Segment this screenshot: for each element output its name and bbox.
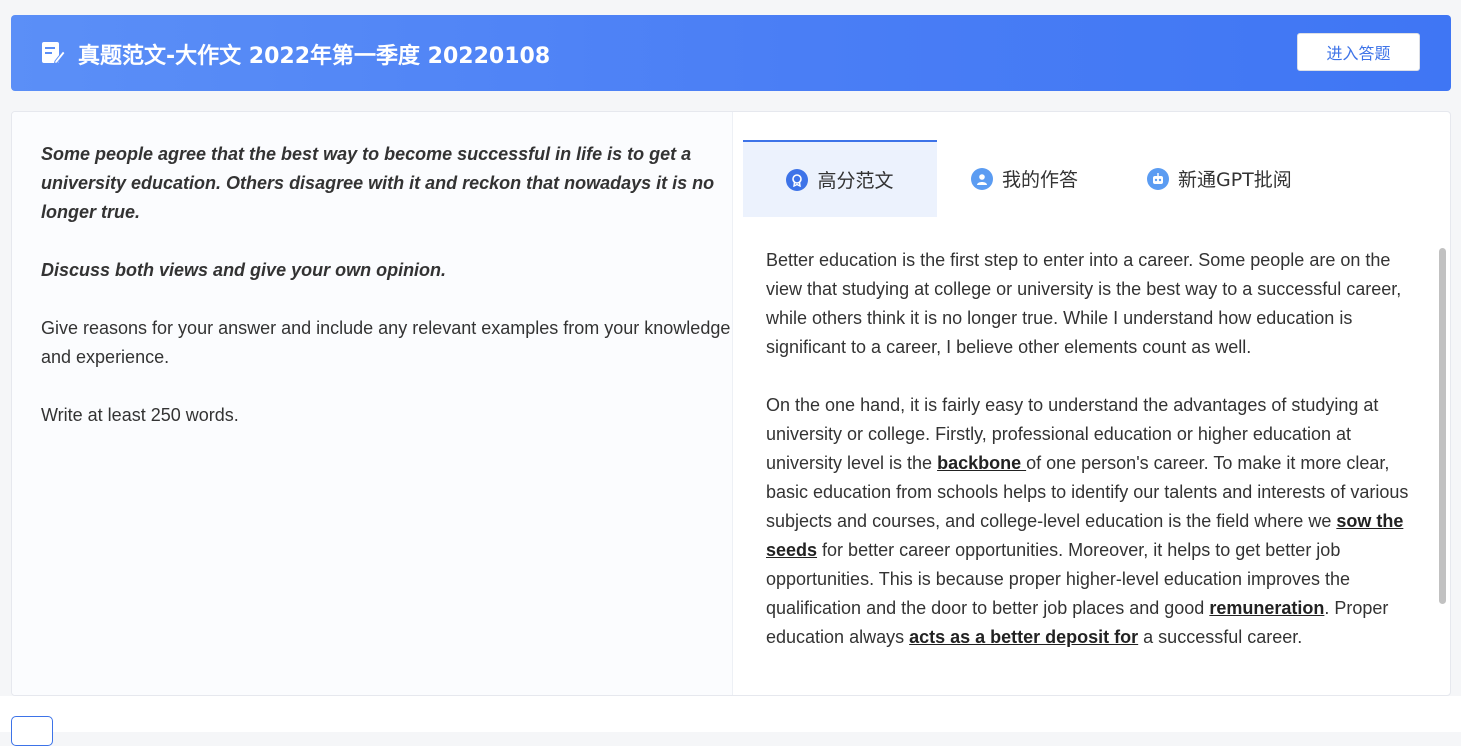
question-pane: Some people agree that the best way to b…	[12, 112, 733, 695]
question-prompt: Some people agree that the best way to b…	[41, 140, 731, 459]
medal-icon	[786, 168, 809, 191]
footer-bar	[0, 696, 1461, 732]
answer-tabs: 高分范文 我的作答 新通GPT批阅	[743, 140, 1403, 217]
tab-gpt-review[interactable]: 新通GPT批阅	[1147, 140, 1317, 217]
edit-document-icon	[42, 42, 65, 65]
question-task: Discuss both views and give your own opi…	[41, 260, 447, 280]
word-count-requirement: Write at least 250 words.	[41, 405, 239, 425]
robot-icon	[1147, 167, 1169, 190]
answer-pane: 高分范文 我的作答 新通GPT批阅 Better education is th…	[733, 112, 1450, 695]
essay-paragraph-2: On the one hand, it is fairly easy to un…	[766, 391, 1426, 652]
tab-my-answer-label: 我的作答	[1002, 169, 1079, 191]
key-phrase: remuneration	[1209, 598, 1325, 618]
essay-scrollbar[interactable]	[1439, 248, 1446, 604]
enter-answer-button[interactable]: 进入答题	[1297, 33, 1420, 71]
key-phrase: backbone	[937, 453, 1027, 473]
question-statement: Some people agree that the best way to b…	[41, 144, 715, 222]
tab-model-essay[interactable]: 高分范文	[743, 140, 937, 217]
essay-text: a successful career.	[1138, 627, 1303, 647]
tab-model-essay-label: 高分范文	[817, 170, 894, 192]
model-essay: Better education is the first step to en…	[766, 246, 1426, 681]
user-icon	[971, 167, 993, 190]
page-title: 真题范文-大作文 2022年第一季度 20220108	[78, 44, 551, 69]
essay-paragraph-1: Better education is the first step to en…	[766, 250, 1402, 357]
content-panel: Some people agree that the best way to b…	[11, 111, 1451, 696]
tab-gpt-review-label: 新通GPT批阅	[1178, 169, 1292, 191]
question-instruction: Give reasons for your answer and include…	[41, 318, 731, 367]
key-phrase: acts as a better deposit for	[909, 627, 1139, 647]
footer-button[interactable]	[11, 716, 53, 746]
page-header: 真题范文-大作文 2022年第一季度 20220108 进入答题	[11, 15, 1451, 91]
tab-my-answer[interactable]: 我的作答	[971, 140, 1101, 217]
